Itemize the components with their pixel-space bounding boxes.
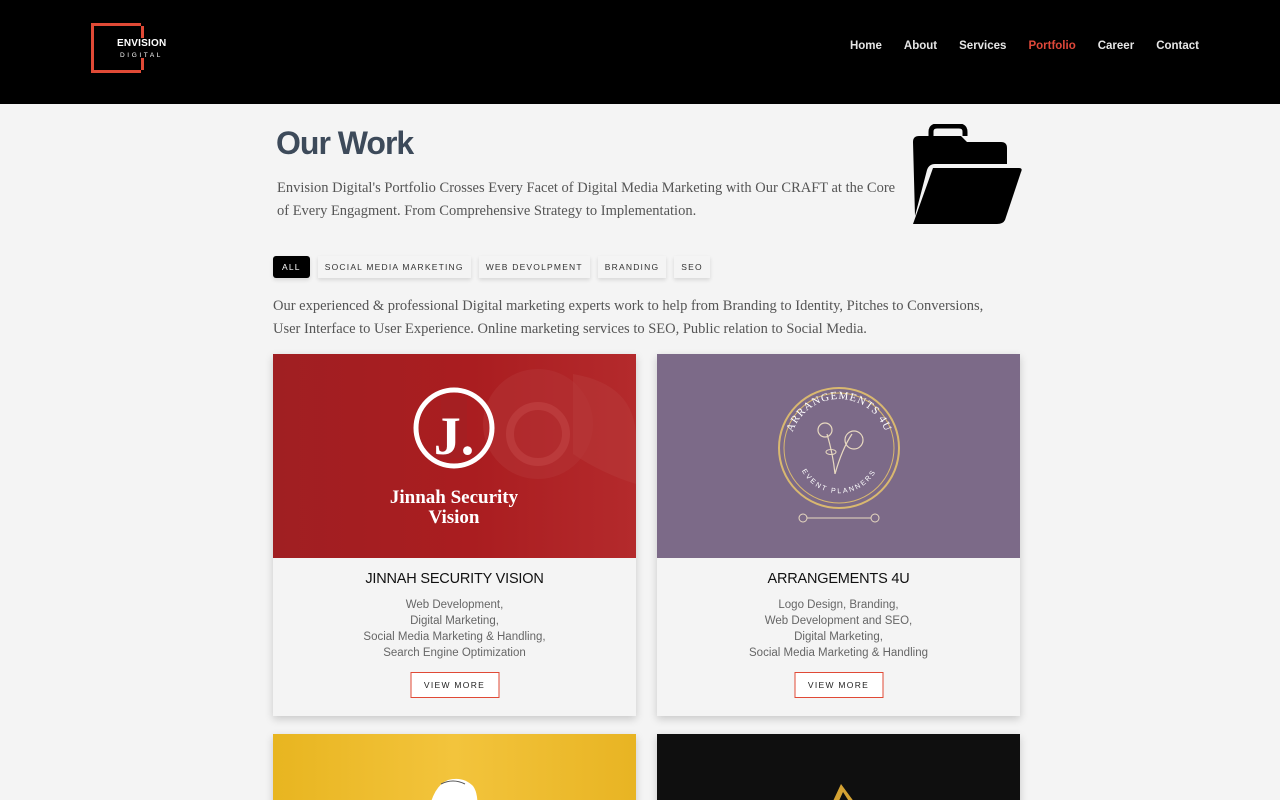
service-item: Digital Marketing,: [794, 631, 883, 643]
nav-services[interactable]: Services: [959, 40, 1006, 52]
nav-about[interactable]: About: [904, 40, 937, 52]
open-folder-icon: [913, 124, 1022, 224]
envision-logo[interactable]: ENVISION DIGITAL: [91, 23, 171, 75]
service-item: Search Engine Optimization: [383, 647, 526, 659]
card-services: Web Development, Digital Marketing, Soci…: [273, 597, 636, 661]
card-body: ARRANGEMENTS 4U Logo Design, Branding, W…: [657, 558, 1020, 716]
nav-home[interactable]: Home: [850, 40, 882, 52]
filter-web-development[interactable]: WEB DEVOLPMENT: [478, 256, 590, 278]
jinnah-thumbnail[interactable]: J. Jinnah Security Vision: [273, 354, 636, 558]
filter-all[interactable]: ALL: [273, 256, 310, 278]
svg-text:ARRANGEMENTS 4U: ARRANGEMENTS 4U: [784, 390, 894, 434]
card-3-thumbnail[interactable]: [273, 734, 636, 800]
portfolio-card-3: [273, 734, 636, 800]
card-3-logo: [431, 778, 478, 800]
portfolio-card-jinnah: J. Jinnah Security Vision JINNAH SECURIT…: [273, 354, 636, 716]
main-nav: Home About Services Portfolio Career Con…: [828, 40, 1199, 52]
nav-career[interactable]: Career: [1098, 40, 1134, 52]
jinnah-logo: J. Jinnah Security Vision: [390, 369, 636, 528]
service-item: Digital Marketing,: [410, 615, 499, 627]
service-item: Logo Design, Branding,: [778, 599, 899, 611]
card-4-logo: [833, 784, 853, 800]
filter-social-media-marketing[interactable]: SOCIAL MEDIA MARKETING: [317, 256, 471, 278]
view-more-button[interactable]: VIEW MORE: [410, 672, 499, 698]
service-item: Social Media Marketing & Handling,: [363, 631, 546, 643]
arrangements-logo-top: ARRANGEMENTS 4U: [784, 390, 893, 434]
card-4-thumbnail[interactable]: [657, 734, 1020, 800]
service-item: Web Development,: [405, 599, 504, 611]
logo-text-top: ENVISION: [117, 38, 167, 49]
view-more-button[interactable]: VIEW MORE: [794, 672, 883, 698]
arrangements-logo-bottom: EVENT PLANNERS: [800, 468, 876, 495]
portfolio-card-4: [657, 734, 1020, 800]
nav-contact[interactable]: Contact: [1156, 40, 1199, 52]
card-title: JINNAH SECURITY VISION: [365, 571, 544, 587]
arrangements-thumbnail[interactable]: ARRANGEMENTS 4U EVENT PLANNERS: [657, 354, 1020, 558]
site-header: ENVISION DIGITAL Home About Services Por…: [0, 0, 1280, 104]
intro-text: Envision Digital's Portfolio Crosses Eve…: [277, 180, 896, 219]
portfolio-description: Our experienced & professional Digital m…: [273, 298, 984, 337]
nav-portfolio[interactable]: Portfolio: [1028, 40, 1075, 52]
jinnah-logo-line2: Vision: [428, 507, 479, 528]
service-item: Web Development and SEO,: [764, 615, 913, 627]
logo-text-bottom: DIGITAL: [120, 52, 164, 59]
arrangements-logo: ARRANGEMENTS 4U EVENT PLANNERS: [778, 387, 900, 523]
card-body: JINNAH SECURITY VISION Web Development, …: [273, 558, 636, 716]
card-services: Logo Design, Branding, Web Development a…: [657, 597, 1020, 661]
jinnah-logo-line1: Jinnah Security: [390, 487, 519, 508]
filter-branding[interactable]: BRANDING: [597, 256, 667, 278]
svg-text:EVENT PLANNERS: EVENT PLANNERS: [800, 468, 878, 495]
page-title: Our Work: [276, 125, 414, 161]
service-item: Social Media Marketing & Handling: [749, 647, 928, 659]
portfolio-filters: ALL SOCIAL MEDIA MARKETING WEB DEVOLPMEN…: [273, 256, 710, 278]
portfolio-card-arrangements: ARRANGEMENTS 4U EVENT PLANNERS ARRANGEME…: [657, 354, 1020, 716]
jinnah-logo-letter: J.: [434, 406, 475, 466]
card-title: ARRANGEMENTS 4U: [767, 571, 910, 587]
filter-seo[interactable]: SEO: [674, 256, 710, 278]
